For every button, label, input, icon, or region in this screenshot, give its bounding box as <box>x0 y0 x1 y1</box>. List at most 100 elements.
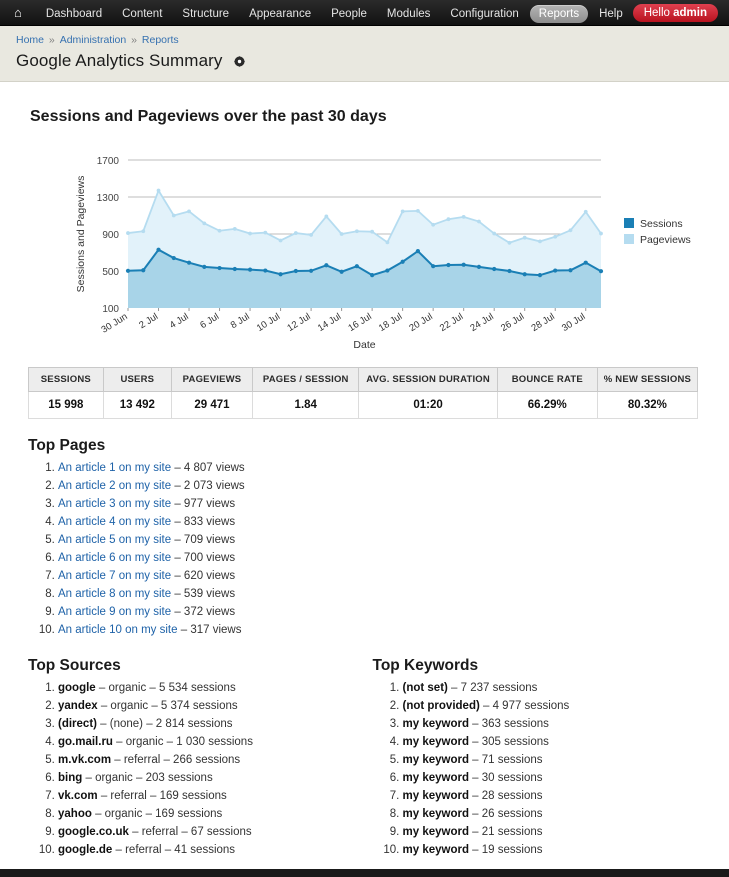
sessions-point <box>553 268 557 272</box>
sessions-point <box>156 248 160 252</box>
top-page-detail: – 833 views <box>171 516 235 528</box>
pageviews-point <box>431 223 435 227</box>
list-item: (direct) – (none) – 2 814 sessions <box>58 715 365 733</box>
legend-label-sessions: Sessions <box>640 218 683 230</box>
sessions-point <box>187 261 191 265</box>
top-page-detail: – 4 807 views <box>171 462 245 474</box>
stats-header-new-sessions: % NEW SESSIONS <box>597 368 697 392</box>
top-page-link[interactable]: An article 8 on my site <box>58 588 171 600</box>
top-source-name: m.vk.com <box>58 754 111 766</box>
top-page-detail: – 372 views <box>171 606 235 618</box>
pageviews-point <box>599 232 603 236</box>
pageviews-point <box>355 229 359 233</box>
sessions-point <box>416 249 420 253</box>
legend-label-pageviews: Pageviews <box>640 234 691 246</box>
sessions-point <box>263 268 267 272</box>
pageviews-point <box>324 215 328 219</box>
toolbar-item-structure[interactable]: Structure <box>173 5 238 23</box>
home-icon[interactable]: ⌂ <box>10 6 26 19</box>
toolbar-item-appearance[interactable]: Appearance <box>240 5 320 23</box>
x-axis-tick: 22 Jul <box>438 311 465 334</box>
sessions-point <box>599 269 603 273</box>
list-item: yandex – organic – 5 374 sessions <box>58 697 365 715</box>
toolbar-item-reports[interactable]: Reports <box>530 5 588 23</box>
top-source-name: go.mail.ru <box>58 736 113 748</box>
breadcrumb-link-administration[interactable]: Administration <box>60 34 127 46</box>
sessions-point <box>568 268 572 272</box>
x-axis-tick: 16 Jul <box>346 311 373 334</box>
list-item: An article 6 on my site – 700 views <box>58 549 713 567</box>
top-page-link[interactable]: An article 2 on my site <box>58 480 171 492</box>
stats-value-new-sessions: 80.32% <box>597 392 697 419</box>
top-keywords-column: Top Keywords (not set) – 7 237 sessions(… <box>365 639 714 859</box>
top-keyword-detail: – 4 977 sessions <box>480 700 570 712</box>
greeting-username: admin <box>673 7 707 19</box>
list-item: my keyword – 28 sessions <box>403 787 714 805</box>
breadcrumb-link-reports[interactable]: Reports <box>142 34 179 46</box>
top-page-link[interactable]: An article 9 on my site <box>58 606 171 618</box>
top-keyword-detail: – 30 sessions <box>469 772 543 784</box>
gear-icon[interactable] <box>234 56 245 67</box>
pageviews-point <box>385 240 389 244</box>
top-page-link[interactable]: An article 3 on my site <box>58 498 171 510</box>
user-greeting[interactable]: Hello admin <box>633 4 718 22</box>
toolbar-item-people[interactable]: People <box>322 5 376 23</box>
top-source-detail: – organic – 1 030 sessions <box>113 736 253 748</box>
legend-swatch-sessions <box>624 218 634 228</box>
stats-header-bounce-rate: BOUNCE RATE <box>497 368 597 392</box>
sessions-point <box>370 273 374 277</box>
list-item: m.vk.com – referral – 266 sessions <box>58 751 365 769</box>
pageviews-point <box>279 239 283 243</box>
x-axis-label: Date <box>353 339 375 351</box>
stats-header-pages-session: PAGES / SESSION <box>253 368 359 392</box>
page-title-row: Google Analytics Summary <box>16 51 729 71</box>
sessions-point <box>507 269 511 273</box>
toolbar-item-modules[interactable]: Modules <box>378 5 439 23</box>
list-item: (not set) – 7 237 sessions <box>403 679 714 697</box>
top-page-link[interactable]: An article 1 on my site <box>58 462 171 474</box>
toolbar-item-content[interactable]: Content <box>113 5 171 23</box>
top-source-detail: – organic – 203 sessions <box>82 772 212 784</box>
top-page-link[interactable]: An article 4 on my site <box>58 516 171 528</box>
sources-keywords-columns: Top Sources google – organic – 5 534 ses… <box>16 639 713 859</box>
stats-value-avg-session-duration: 01:20 <box>359 392 497 419</box>
list-item: my keyword – 305 sessions <box>403 733 714 751</box>
top-page-link[interactable]: An article 7 on my site <box>58 570 171 582</box>
summary-stats-table: SESSIONSUSERSPAGEVIEWSPAGES / SESSIONAVG… <box>28 367 698 419</box>
y-axis-tick-500: 500 <box>102 267 119 278</box>
top-source-name: bing <box>58 772 82 784</box>
list-item: (not provided) – 4 977 sessions <box>403 697 714 715</box>
sessions-point <box>172 256 176 260</box>
toolbar-item-help[interactable]: Help <box>590 5 632 23</box>
stats-value-users: 13 492 <box>103 392 171 419</box>
sessions-point <box>294 269 298 273</box>
sessions-point <box>538 273 542 277</box>
list-item: An article 7 on my site – 620 views <box>58 567 713 585</box>
breadcrumb-separator: » <box>128 34 140 46</box>
list-item: go.mail.ru – organic – 1 030 sessions <box>58 733 365 751</box>
top-page-link[interactable]: An article 10 on my site <box>58 624 178 636</box>
toolbar-item-dashboard[interactable]: Dashboard <box>37 5 111 23</box>
top-keyword-detail: – 19 sessions <box>469 844 543 856</box>
pageviews-point <box>218 229 222 233</box>
page-header-band: Home » Administration » Reports Google A… <box>0 26 729 82</box>
toolbar-item-configuration[interactable]: Configuration <box>441 5 527 23</box>
sessions-pageviews-chart: 10050090013001700Sessions and Pageviews3… <box>16 148 713 353</box>
stats-value-row: 15 99813 49229 4711.8401:2066.29%80.32% <box>29 392 698 419</box>
top-page-detail: – 620 views <box>171 570 235 582</box>
top-source-detail: – organic – 5 374 sessions <box>98 700 238 712</box>
top-page-link[interactable]: An article 5 on my site <box>58 534 171 546</box>
sessions-point <box>584 261 588 265</box>
top-source-name: google.co.uk <box>58 826 129 838</box>
stats-value-pages-session: 1.84 <box>253 392 359 419</box>
pageviews-point <box>523 236 527 240</box>
list-item: my keyword – 19 sessions <box>403 841 714 859</box>
sessions-point <box>477 265 481 269</box>
pageviews-point <box>370 230 374 234</box>
top-source-name: yandex <box>58 700 98 712</box>
breadcrumb-link-home[interactable]: Home <box>16 34 44 46</box>
top-keyword-name: (not set) <box>403 682 448 694</box>
top-page-link[interactable]: An article 6 on my site <box>58 552 171 564</box>
stats-header-sessions: SESSIONS <box>29 368 104 392</box>
top-keyword-name: (not provided) <box>403 700 480 712</box>
